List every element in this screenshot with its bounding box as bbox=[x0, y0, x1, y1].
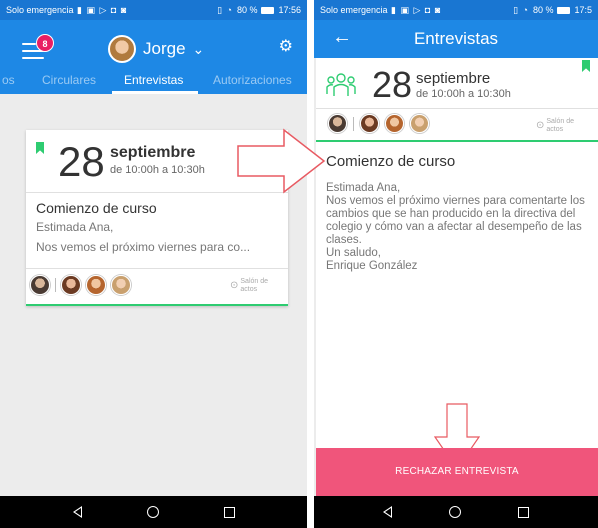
date-month: septiembre bbox=[416, 70, 491, 87]
user-selector[interactable]: Jorge ⌄ bbox=[108, 34, 204, 64]
participant-avatar bbox=[385, 114, 404, 133]
date-day: 28 bbox=[58, 138, 105, 185]
divider bbox=[353, 116, 354, 131]
participants-row bbox=[30, 275, 131, 295]
chevron-down-icon: ⌄ bbox=[192, 40, 205, 57]
system-nav-bar bbox=[0, 496, 307, 528]
location-pin-icon: ⊙ bbox=[536, 120, 545, 131]
time-range: de 10:00h a 10:30h bbox=[416, 88, 511, 100]
tab-partial[interactable]: os bbox=[2, 73, 15, 87]
notification-icons: ▮ ▣ ▷ ◘ ◙ bbox=[387, 4, 442, 15]
location-label: Salón de actos bbox=[240, 278, 269, 293]
location-pin-icon: ⊙ bbox=[230, 280, 239, 291]
teacher-avatar bbox=[30, 275, 50, 295]
gear-icon[interactable]: ⚙ bbox=[279, 36, 293, 56]
interview-preview: Nos vemos el próximo viernes para co... bbox=[36, 240, 251, 254]
divider bbox=[26, 268, 288, 269]
participant-avatar bbox=[410, 114, 429, 133]
date-day: 28 bbox=[372, 64, 413, 105]
participants-row bbox=[328, 114, 429, 133]
divider bbox=[316, 108, 598, 109]
interview-subject: Comienzo de curso bbox=[326, 153, 456, 170]
location-label: Salón de actos bbox=[546, 118, 575, 133]
participant-avatar bbox=[111, 275, 131, 295]
divider bbox=[26, 192, 288, 193]
bookmark-icon bbox=[36, 142, 44, 154]
carrier-label: Solo emergencia bbox=[320, 5, 388, 15]
clock: 17:5 bbox=[574, 5, 592, 15]
tab-autorizaciones[interactable]: Autorizaciones bbox=[213, 73, 292, 87]
nav-home-icon[interactable] bbox=[448, 506, 461, 518]
status-bar: Solo emergencia ▮ ▣ ▷ ◘ ◙ ▯ ◔ 80 % 17:5 bbox=[314, 0, 598, 20]
user-name: Jorge bbox=[143, 39, 186, 58]
tab-bar: os Circulares Entrevistas Autorizaciones bbox=[0, 64, 307, 94]
battery-percent: 80 % bbox=[532, 5, 554, 15]
battery-icon bbox=[557, 6, 571, 14]
nav-back-icon[interactable] bbox=[382, 506, 392, 518]
interview-detail: 28 septiembre de 10:00h a 10:30h ⊙ Salón… bbox=[316, 58, 598, 480]
phone-screen-list: Solo emergencia ▮ ▣ ▷ ◘ ◙ ▯ ◔ 80 % 17:56… bbox=[0, 0, 307, 528]
interview-card[interactable]: 28 septiembre de 10:00h a 10:30h → Comie… bbox=[26, 130, 288, 306]
status-bar: Solo emergencia ▮ ▣ ▷ ◘ ◙ ▯ ◔ 80 % 17:56 bbox=[0, 0, 307, 20]
reject-interview-button[interactable]: RECHAZAR ENTREVISTA bbox=[316, 448, 598, 496]
tab-circulares[interactable]: Circulares bbox=[42, 73, 96, 87]
nav-recents-icon[interactable] bbox=[223, 506, 235, 518]
participant-avatar bbox=[360, 114, 379, 133]
active-tab-indicator bbox=[112, 91, 198, 94]
phone-screen-detail: Solo emergencia ▮ ▣ ▷ ◘ ◙ ▯ ◔ 80 % 17:5 … bbox=[314, 0, 598, 528]
signal-icons: ▯ ◔ bbox=[513, 4, 529, 15]
battery-icon bbox=[261, 6, 275, 14]
user-avatar bbox=[108, 35, 136, 63]
divider bbox=[55, 278, 56, 292]
card-accent-line bbox=[26, 304, 288, 306]
people-icon bbox=[326, 73, 356, 96]
participant-avatar bbox=[61, 275, 81, 295]
tab-entrevistas[interactable]: Entrevistas bbox=[124, 73, 183, 87]
date-month: septiembre bbox=[110, 144, 196, 161]
nav-recents-icon[interactable] bbox=[518, 506, 530, 518]
interview-message: Estimada Ana, Nos vemos el próximo viern… bbox=[326, 182, 585, 272]
time-range: de 10:00h a 10:30h bbox=[110, 164, 205, 176]
interview-subject: Comienzo de curso bbox=[36, 200, 157, 216]
clock: 17:56 bbox=[278, 5, 301, 15]
system-nav-bar bbox=[314, 496, 598, 528]
app-header: ← Entrevistas bbox=[314, 20, 598, 58]
interview-greeting: Estimada Ana, bbox=[36, 220, 114, 234]
card-accent-line bbox=[316, 140, 598, 142]
carrier-label: Solo emergencia bbox=[6, 5, 74, 15]
notification-badge: 8 bbox=[36, 34, 54, 52]
arrow-right-circle-icon[interactable]: → bbox=[250, 152, 268, 170]
battery-percent: 80 % bbox=[236, 5, 258, 15]
signal-icons: ▯ ◔ bbox=[217, 4, 233, 15]
nav-home-icon[interactable] bbox=[146, 506, 159, 518]
nav-back-icon[interactable] bbox=[72, 506, 82, 518]
teacher-avatar bbox=[328, 114, 347, 133]
bookmark-icon bbox=[582, 60, 590, 72]
page-title: Entrevistas bbox=[413, 29, 499, 48]
participant-avatar bbox=[86, 275, 106, 295]
location: ⊙ Salón de actos bbox=[230, 278, 270, 294]
notification-icons: ▮ ▣ ▷ ◘ ◙ bbox=[73, 4, 128, 15]
location: ⊙ Salón de actos bbox=[536, 118, 576, 134]
app-header: 8 Jorge ⌄ ⚙ os Circulares Entrevistas Au… bbox=[0, 20, 307, 94]
